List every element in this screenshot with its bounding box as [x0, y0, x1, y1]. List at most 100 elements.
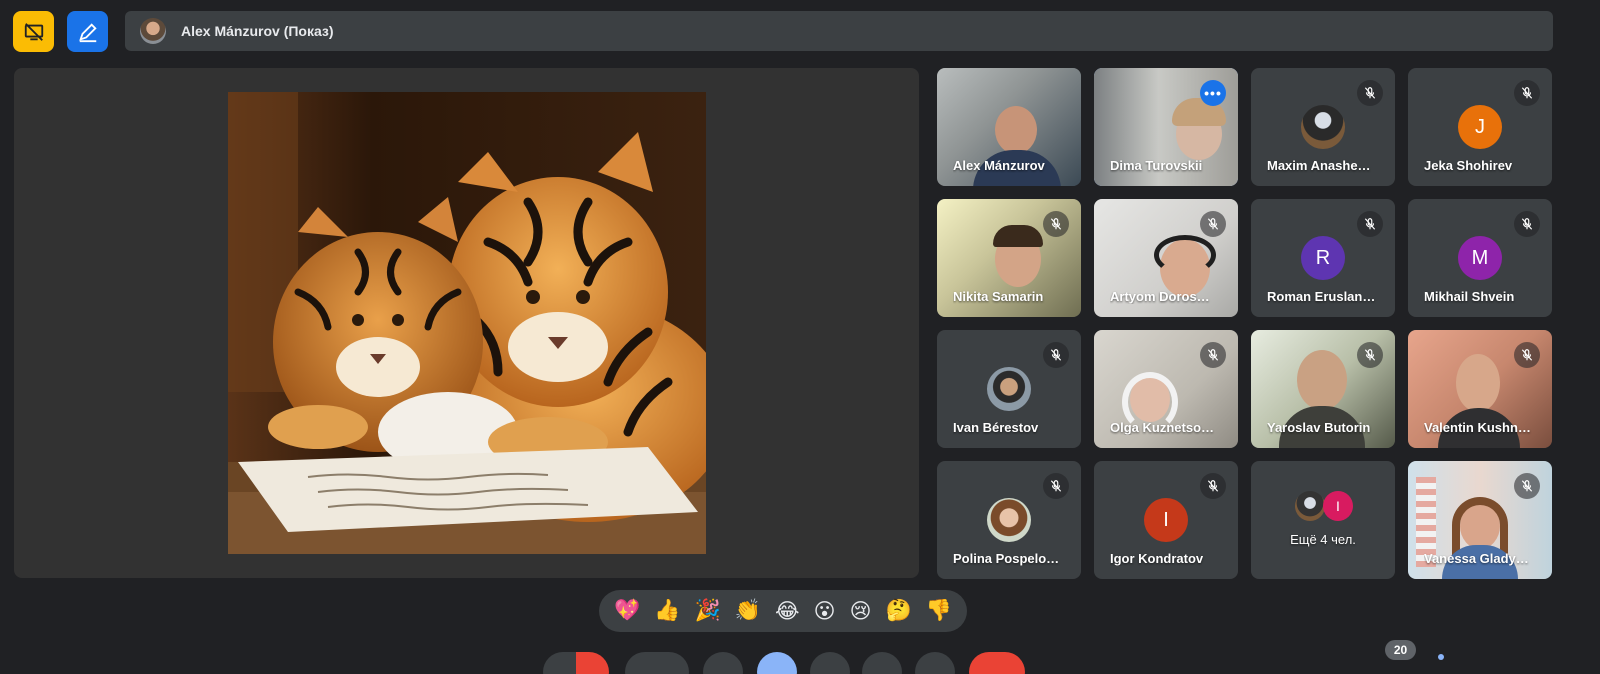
participant-name: Roman Eruslan… [1267, 289, 1376, 304]
participant-avatar [1295, 491, 1325, 521]
reaction-thumbs-down[interactable]: 👎 [926, 599, 952, 623]
participant-tile[interactable]: Ivan Bérestov [937, 330, 1081, 448]
more-participants-tile[interactable]: I Ещё 4 чел. [1251, 461, 1395, 579]
mic-off-icon [1207, 480, 1219, 492]
mic-off-icon [1521, 218, 1533, 230]
reaction-joy[interactable]: 😂 [775, 599, 800, 624]
participant-tile[interactable]: R Roman Eruslan… [1251, 199, 1395, 317]
reaction-surprised[interactable]: 😮 [814, 599, 836, 624]
mic-off-button[interactable] [1043, 473, 1069, 499]
annotate-button[interactable] [67, 11, 108, 52]
presenter-name: Alex Mánzurov (Показ) [181, 23, 334, 39]
participant-name: Nikita Samarin [953, 289, 1044, 304]
participant-tile[interactable]: Vanessa Glady… [1408, 461, 1552, 579]
participant-name: Mikhail Shvein [1424, 289, 1515, 304]
mic-off-icon [1207, 349, 1219, 361]
mic-off-icon [1364, 349, 1376, 361]
mic-off-button[interactable] [1357, 80, 1383, 106]
participant-name: Olga Kuznetso… [1110, 420, 1215, 435]
pen-icon [78, 22, 97, 42]
more-participants-label: Ещё 4 чел. [1290, 532, 1356, 547]
tiger-illustration [228, 92, 706, 554]
participant-tile[interactable]: Maxim Anashe… [1251, 68, 1395, 186]
mic-off-button[interactable] [1357, 211, 1383, 237]
reaction-clapping[interactable]: 👏 [735, 599, 761, 623]
mic-off-button[interactable] [1200, 473, 1226, 499]
mic-off-button[interactable] [1043, 342, 1069, 368]
participant-tile[interactable]: I Igor Kondratov [1094, 461, 1238, 579]
participant-tile[interactable]: Yaroslav Butorin [1251, 330, 1395, 448]
mic-off-button[interactable] [1200, 211, 1226, 237]
reaction-party-popper[interactable]: 🎉 [695, 599, 721, 623]
participant-tile[interactable]: Olga Kuznetso… [1094, 330, 1238, 448]
mic-off-icon [1521, 349, 1533, 361]
mic-off-button[interactable] [1514, 473, 1540, 499]
mic-off-button[interactable] [1043, 211, 1069, 237]
stop-presenting-button[interactable] [13, 11, 54, 52]
mic-off-icon [1521, 480, 1533, 492]
participant-avatar [987, 498, 1031, 542]
mic-off-button[interactable] [1200, 342, 1226, 368]
reaction-crying[interactable]: 😢 [850, 599, 872, 624]
captions-button[interactable] [703, 652, 743, 674]
participant-tile[interactable]: Polina Pospelo… [937, 461, 1081, 579]
person-silhouette [1456, 354, 1500, 412]
participant-name: Artyom Doros… [1110, 289, 1210, 304]
mic-off-icon [1364, 87, 1376, 99]
reaction-sparkling-heart[interactable]: 💖 [614, 599, 640, 623]
participant-tile[interactable]: Alex Mánzurov [937, 68, 1081, 186]
participant-tile[interactable]: Valentin Kushn… [1408, 330, 1552, 448]
reaction-thumbs-up[interactable]: 👍 [654, 599, 680, 623]
participant-tile[interactable]: J Jeka Shohirev [1408, 68, 1552, 186]
participant-tile[interactable]: Nikita Samarin [937, 199, 1081, 317]
mic-off-button[interactable] [1514, 211, 1540, 237]
person-silhouette [993, 225, 1043, 247]
participant-avatar: R [1301, 236, 1345, 280]
mic-off-button[interactable] [1357, 342, 1383, 368]
mic-off-icon [1050, 480, 1062, 492]
participant-name: Vanessa Glady… [1424, 551, 1529, 566]
mic-off-icon [1521, 87, 1533, 99]
participant-name: Polina Pospelo… [953, 551, 1060, 566]
participant-name: Alex Mánzurov [953, 158, 1045, 173]
mic-off-button[interactable] [1514, 342, 1540, 368]
more-options-button[interactable]: ••• [1200, 80, 1226, 106]
raise-hand-button[interactable] [862, 652, 902, 674]
mic-control-button[interactable] [543, 652, 609, 674]
reactions-bar: 💖 👍 🎉 👏 😂 😮 😢 🤔 👎 [599, 590, 967, 632]
presenter-avatar [140, 18, 166, 44]
mic-off-icon [1050, 349, 1062, 361]
participant-name: Yaroslav Butorin [1267, 420, 1371, 435]
shared-screen-image [228, 92, 706, 554]
leave-call-button[interactable] [969, 652, 1025, 674]
participant-name: Jeka Shohirev [1424, 158, 1513, 173]
participant-tile[interactable]: ••• Dima Turovskii [1094, 68, 1238, 186]
reaction-thinking[interactable]: 🤔 [886, 599, 912, 623]
camera-control-button[interactable] [625, 652, 689, 674]
participant-name: Dima Turovskii [1110, 158, 1203, 173]
more-icon: ••• [1204, 85, 1222, 101]
activity-dot [1438, 654, 1444, 660]
participant-avatar: I [1144, 498, 1188, 542]
participant-avatar: M [1458, 236, 1502, 280]
person-silhouette [995, 106, 1037, 154]
emoji-button[interactable] [810, 652, 850, 674]
headphones-icon [1154, 235, 1216, 275]
participant-count-badge: 20 [1385, 640, 1416, 660]
mic-off-icon [1050, 218, 1062, 230]
mic-off-icon [1207, 218, 1219, 230]
mic-off-button[interactable] [1514, 80, 1540, 106]
present-button[interactable] [757, 652, 797, 674]
participant-avatar: J [1458, 105, 1502, 149]
participant-name: Igor Kondratov [1110, 551, 1204, 566]
person-silhouette [1297, 350, 1347, 410]
participant-tile[interactable]: Artyom Doros… [1094, 199, 1238, 317]
presentation-stage[interactable] [14, 68, 919, 578]
participant-avatar [987, 367, 1031, 411]
participant-avatar: I [1323, 491, 1353, 521]
participant-tile[interactable]: M Mikhail Shvein [1408, 199, 1552, 317]
presenter-bar[interactable]: Alex Mánzurov (Показ) [125, 11, 1553, 51]
participant-name: Maxim Anashe… [1267, 158, 1371, 173]
more-options-control[interactable] [915, 652, 955, 674]
mic-off-icon [1364, 218, 1376, 230]
